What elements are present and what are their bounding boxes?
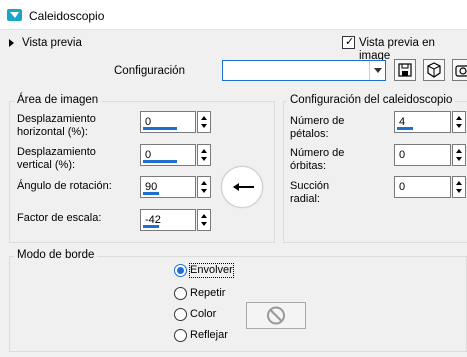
preview-in-image-checkbox[interactable]: ✓ <box>342 36 355 49</box>
spin-up-icon[interactable] <box>201 181 207 185</box>
h-offset-label-line2: horizontal (%): <box>17 126 88 138</box>
petals-label-line2: pétalos: <box>290 128 329 140</box>
scale-level-bar <box>143 225 159 228</box>
radio-envolver[interactable] <box>174 264 187 277</box>
spin-up-icon[interactable] <box>201 116 207 120</box>
v-offset-input[interactable]: 0 <box>140 144 196 166</box>
suction-label-line2: radial: <box>290 193 320 205</box>
kaleidoscope-config-title: Configuración del caleidoscopio <box>287 94 456 106</box>
v-offset-label-line2: vertical (%): <box>17 159 76 171</box>
scale-label: Factor de escala: <box>17 212 102 224</box>
v-offset-level-bar <box>143 160 177 163</box>
camera-button[interactable] <box>452 59 467 81</box>
h-offset-level-bar <box>143 127 177 130</box>
kaleidoscope-app-icon <box>7 9 22 21</box>
h-offset-input[interactable]: 0 <box>140 111 196 133</box>
rotation-label: Ángulo de rotación: <box>17 180 112 192</box>
rotation-level-bar <box>143 192 159 195</box>
border-color-swatch[interactable] <box>246 302 306 329</box>
dice-icon <box>427 62 441 78</box>
rotation-spinner[interactable] <box>197 176 211 198</box>
radio-reflejar-label[interactable]: Reflejar <box>190 329 228 342</box>
spin-up-icon[interactable] <box>201 149 207 153</box>
rotation-input[interactable]: 90 <box>140 176 196 198</box>
spin-down-icon[interactable] <box>201 189 207 193</box>
suction-input[interactable]: 0 <box>394 176 451 198</box>
h-offset-spinner[interactable] <box>197 111 211 133</box>
preview-expand-label[interactable]: Vista previa <box>22 37 82 50</box>
suction-label-line1: Succión <box>290 180 330 192</box>
config-combobox[interactable] <box>222 60 386 81</box>
check-icon: ✓ <box>345 36 355 48</box>
spin-up-icon[interactable] <box>456 116 462 120</box>
expand-arrow-icon[interactable] <box>9 39 14 47</box>
save-preset-button[interactable] <box>394 59 416 81</box>
spin-down-icon[interactable] <box>201 157 207 161</box>
spin-down-icon[interactable] <box>456 157 462 161</box>
orbits-label-line1: Número de <box>290 147 345 159</box>
radio-repetir-label[interactable]: Repetir <box>190 287 225 300</box>
spin-up-icon[interactable] <box>456 149 462 153</box>
v-offset-spinner[interactable] <box>197 144 211 166</box>
border-mode-title: Modo de borde <box>14 249 98 261</box>
radio-envolver-label[interactable]: Envolver <box>189 263 234 278</box>
orbits-value: 0 <box>399 149 406 161</box>
suction-spinner[interactable] <box>452 176 466 198</box>
config-label: Configuración <box>114 65 185 77</box>
save-icon <box>398 63 412 77</box>
camera-icon <box>455 65 467 77</box>
scale-spinner[interactable] <box>197 209 211 231</box>
radio-color-label[interactable]: Color <box>190 308 216 321</box>
spin-up-icon[interactable] <box>201 214 207 218</box>
no-color-icon <box>267 306 285 325</box>
petals-label-line1: Número de <box>290 115 345 127</box>
orbits-spinner[interactable] <box>452 144 466 166</box>
spin-down-icon[interactable] <box>456 189 462 193</box>
radio-color[interactable] <box>174 308 187 321</box>
radio-reflejar[interactable] <box>174 329 187 342</box>
v-offset-label-line1: Desplazamiento <box>17 146 96 158</box>
radio-repetir[interactable] <box>174 287 187 300</box>
spin-down-icon[interactable] <box>201 124 207 128</box>
spin-down-icon[interactable] <box>201 222 207 226</box>
spin-up-icon[interactable] <box>456 181 462 185</box>
window-title: Caleidoscopio <box>29 9 105 23</box>
chevron-down-icon <box>374 68 382 73</box>
scale-input[interactable]: -42 <box>140 209 196 231</box>
randomize-button[interactable] <box>423 59 445 81</box>
orbits-label-line2: órbitas: <box>290 160 327 172</box>
image-area-title: Área de imagen <box>14 94 102 106</box>
arrow-left-icon <box>233 183 254 191</box>
orbits-input[interactable]: 0 <box>394 144 451 166</box>
border-mode-group <box>9 256 467 352</box>
config-dropdown-button[interactable] <box>369 61 385 80</box>
petals-level-bar <box>397 127 413 130</box>
title-bar: Caleidoscopio <box>0 0 467 30</box>
rotation-dial[interactable] <box>221 166 263 208</box>
suction-value: 0 <box>399 181 406 193</box>
petals-input[interactable]: 4 <box>394 111 451 133</box>
h-offset-label-line1: Desplazamiento <box>17 113 96 125</box>
petals-spinner[interactable] <box>452 111 466 133</box>
spin-down-icon[interactable] <box>456 124 462 128</box>
